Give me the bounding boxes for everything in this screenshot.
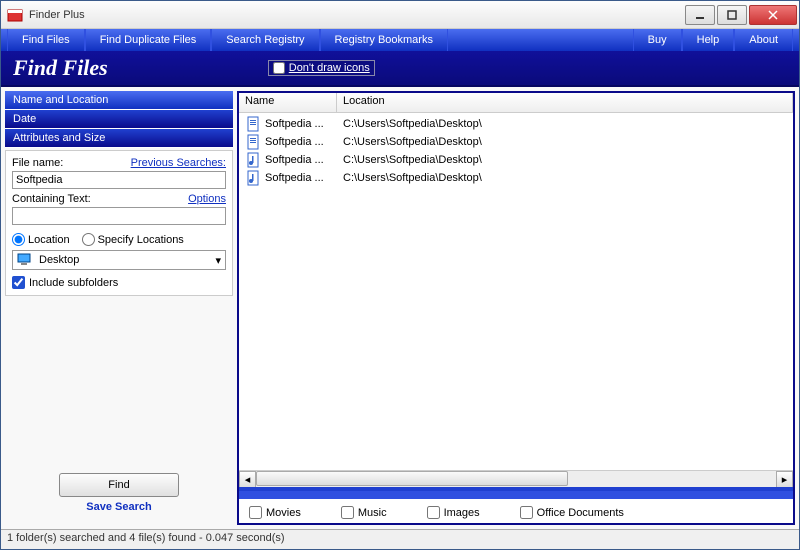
scroll-left-arrow[interactable]: ◂ — [239, 471, 256, 488]
result-location: C:\Users\Softpedia\Desktop\ — [339, 118, 787, 130]
specify-locations-radio[interactable]: Specify Locations — [82, 233, 184, 246]
window-buttons — [683, 5, 797, 25]
result-location: C:\Users\Softpedia\Desktop\ — [339, 154, 787, 166]
result-row[interactable]: Softpedia ...C:\Users\Softpedia\Desktop\ — [239, 169, 793, 187]
include-subfolders-label: Include subfolders — [29, 277, 118, 289]
results-body: Softpedia ...C:\Users\Softpedia\Desktop\… — [239, 113, 793, 470]
maximize-button[interactable] — [717, 5, 747, 25]
containing-text-input[interactable] — [12, 207, 226, 225]
chevron-down-icon: ▾ — [215, 254, 221, 267]
include-subfolders-checkbox[interactable] — [12, 276, 25, 289]
scroll-thumb[interactable] — [256, 471, 568, 486]
titlebar: Finder Plus — [1, 1, 799, 29]
file-icon — [245, 152, 261, 168]
menu-help[interactable]: Help — [682, 29, 735, 51]
page-title: Find Files — [13, 55, 108, 81]
filter-images[interactable]: Images — [427, 506, 480, 519]
menu-registry-bookmarks[interactable]: Registry Bookmarks — [320, 29, 448, 51]
save-search-link[interactable]: Save Search — [5, 501, 233, 513]
tab-date[interactable]: Date — [5, 110, 233, 129]
search-form: File name: Previous Searches: Containing… — [5, 150, 233, 296]
menu-search-registry[interactable]: Search Registry — [211, 29, 319, 51]
result-name: Softpedia ... — [265, 172, 339, 184]
location-value: Desktop — [39, 254, 79, 266]
right-panel: Name Location Softpedia ...C:\Users\Soft… — [237, 91, 795, 525]
result-row[interactable]: Softpedia ...C:\Users\Softpedia\Desktop\ — [239, 115, 793, 133]
scroll-right-arrow[interactable]: ▸ — [776, 471, 793, 488]
page-header: Find Files Don't draw icons — [1, 51, 799, 87]
file-icon — [245, 134, 261, 150]
column-location[interactable]: Location — [337, 93, 793, 112]
file-icon — [245, 170, 261, 186]
minimize-button[interactable] — [685, 5, 715, 25]
side-tabs: Name and Location Date Attributes and Si… — [5, 91, 233, 148]
file-icon — [245, 116, 261, 132]
action-area: Find Save Search — [5, 465, 233, 525]
result-row[interactable]: Softpedia ...C:\Users\Softpedia\Desktop\ — [239, 133, 793, 151]
window-title: Finder Plus — [29, 9, 683, 21]
find-button[interactable]: Find — [59, 473, 179, 497]
results-list: Name Location Softpedia ...C:\Users\Soft… — [239, 93, 793, 487]
left-panel: Name and Location Date Attributes and Si… — [5, 91, 233, 525]
location-radio[interactable]: Location — [12, 233, 70, 246]
menu-find-files[interactable]: Find Files — [7, 29, 85, 51]
scroll-track[interactable] — [256, 471, 776, 488]
filter-office[interactable]: Office Documents — [520, 506, 624, 519]
body-area: Name and Location Date Attributes and Si… — [1, 87, 799, 529]
result-name: Softpedia ... — [265, 118, 339, 130]
result-row[interactable]: Softpedia ...C:\Users\Softpedia\Desktop\ — [239, 151, 793, 169]
result-location: C:\Users\Softpedia\Desktop\ — [339, 172, 787, 184]
dont-draw-icons-label: Don't draw icons — [289, 62, 370, 74]
horizontal-scrollbar[interactable]: ◂ ▸ — [239, 470, 793, 487]
dont-draw-icons-check[interactable]: Don't draw icons — [268, 60, 375, 76]
filter-music[interactable]: Music — [341, 506, 387, 519]
tab-name-location[interactable]: Name and Location — [5, 91, 233, 110]
result-name: Softpedia ... — [265, 136, 339, 148]
containing-text-label: Containing Text: — [12, 193, 91, 205]
menu-buy[interactable]: Buy — [633, 29, 682, 51]
location-select[interactable]: Desktop ▾ — [12, 250, 226, 270]
tab-attributes-size[interactable]: Attributes and Size — [5, 129, 233, 148]
column-name[interactable]: Name — [239, 93, 337, 112]
file-name-input[interactable] — [12, 171, 226, 189]
dont-draw-icons-checkbox[interactable] — [273, 62, 285, 74]
app-window: Finder Plus Find Files Find Duplicate Fi… — [0, 0, 800, 550]
filter-bar: Movies Music Images Office Documents — [239, 487, 793, 523]
result-location: C:\Users\Softpedia\Desktop\ — [339, 136, 787, 148]
results-header: Name Location — [239, 93, 793, 113]
previous-searches-link[interactable]: Previous Searches: — [131, 157, 226, 169]
file-name-label: File name: — [12, 157, 63, 169]
options-link[interactable]: Options — [188, 193, 226, 205]
close-button[interactable] — [749, 5, 797, 25]
desktop-icon — [17, 253, 33, 268]
statusbar: 1 folder(s) searched and 4 file(s) found… — [1, 529, 799, 549]
menu-find-duplicates[interactable]: Find Duplicate Files — [85, 29, 212, 51]
result-name: Softpedia ... — [265, 154, 339, 166]
menubar: Find Files Find Duplicate Files Search R… — [1, 29, 799, 51]
app-icon — [7, 7, 23, 23]
filter-movies[interactable]: Movies — [249, 506, 301, 519]
menu-about[interactable]: About — [734, 29, 793, 51]
